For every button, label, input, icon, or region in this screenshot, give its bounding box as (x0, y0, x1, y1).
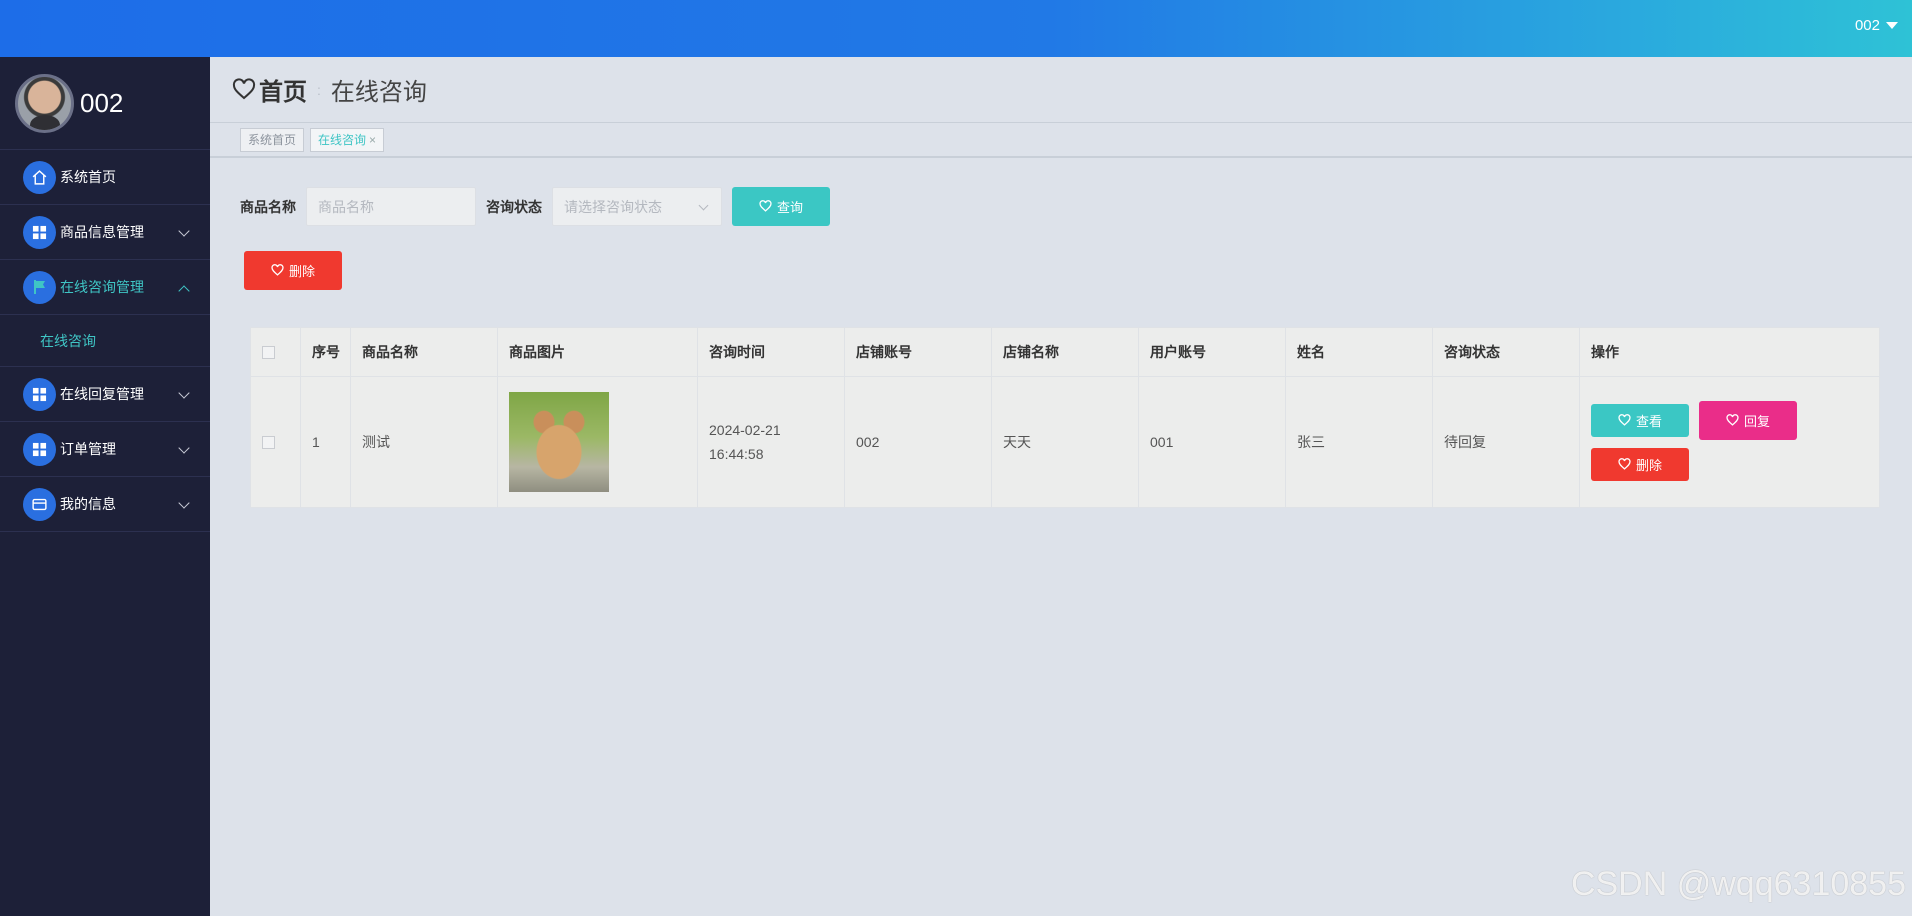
column-header: 序号 (301, 328, 351, 376)
status-placeholder: 请选择咨询状态 (564, 198, 662, 215)
sidebar-item-label: 订单管理 (60, 441, 116, 457)
heart-icon (1618, 457, 1631, 470)
sidebar-item-my-info[interactable]: 我的信息 (0, 477, 210, 532)
chevron-down-icon (178, 442, 190, 454)
column-header: 用户账号 (1139, 328, 1286, 376)
sidebar-subitem-label: 在线咨询 (40, 332, 96, 349)
cell-shop-account: 002 (845, 377, 992, 507)
home-icon (23, 160, 56, 194)
select-all-checkbox[interactable] (262, 345, 275, 359)
sidebar-item-orders[interactable]: 订单管理 (0, 422, 210, 477)
sidebar-item-label: 我的信息 (60, 496, 116, 512)
user-menu[interactable]: 002 (1855, 17, 1898, 34)
chevron-up-icon (178, 285, 190, 297)
user-menu-label: 002 (1854, 17, 1880, 34)
product-name-placeholder: 商品名称 (318, 198, 374, 215)
heart-icon (1618, 413, 1631, 426)
cell-name: 张三 (1286, 377, 1433, 507)
bulk-delete-label: 删除 (288, 264, 315, 279)
reply-button-label: 回复 (1743, 413, 1770, 429)
watermark: CSDN @wqq6310855 (1570, 865, 1906, 903)
breadcrumb-home[interactable]: 首页 (232, 72, 307, 107)
product-image (509, 392, 609, 492)
cell-product-image (498, 377, 698, 507)
column-header: 姓名 (1286, 328, 1433, 376)
row-checkbox[interactable] (262, 435, 275, 449)
header-checkbox-cell (251, 328, 301, 376)
chevron-down-icon (698, 200, 709, 211)
view-button[interactable]: 查看 (1591, 403, 1689, 437)
view-button-label: 查看 (1635, 413, 1662, 429)
sidebar-item-consult-management[interactable]: 在线咨询管理 (0, 260, 210, 315)
close-icon[interactable]: × (369, 133, 376, 147)
sidebar-item-home[interactable]: 系统首页 (0, 150, 210, 205)
product-name-label: 商品名称 (240, 198, 296, 215)
profile: 002 (0, 57, 210, 150)
column-header: 商品图片 (498, 328, 698, 376)
table-header: 序号 商品名称 商品图片 咨询时间 店铺账号 店铺名称 用户账号 姓名 咨询状态… (251, 328, 1879, 377)
tabs-bar: 系统首页 在线咨询 × (210, 122, 1912, 158)
cell-status: 待回复 (1433, 377, 1580, 507)
query-button[interactable]: 查询 (732, 187, 830, 226)
column-header: 商品名称 (351, 328, 498, 376)
cell-operations: 查看 回复 删除 (1580, 377, 1879, 507)
caret-down-icon (1886, 22, 1898, 29)
top-bar: 002 (0, 0, 1912, 57)
heart-icon (232, 77, 256, 99)
chevron-down-icon (178, 387, 190, 399)
consult-table: 序号 商品名称 商品图片 咨询时间 店铺账号 店铺名称 用户账号 姓名 咨询状态… (250, 327, 1880, 508)
grid-icon (23, 432, 56, 466)
column-header: 咨询时间 (698, 328, 845, 376)
column-header: 店铺名称 (992, 328, 1139, 376)
breadcrumb-home-label: 首页 (259, 79, 307, 106)
sidebar-item-label: 在线回复管理 (60, 386, 144, 402)
tab-system-home[interactable]: 系统首页 (240, 127, 305, 152)
row-delete-label: 删除 (1635, 457, 1662, 473)
product-name-input[interactable]: 商品名称 (306, 187, 476, 226)
table-row: 1 测试 2024-02-21 16:44:58 002 天天 001 张三 待… (251, 377, 1879, 507)
grid-icon (23, 215, 56, 249)
profile-username: 002 (80, 87, 124, 118)
column-header: 咨询状态 (1433, 328, 1580, 376)
chevron-down-icon (178, 497, 190, 509)
cell-index: 1 (301, 377, 351, 507)
heart-icon (759, 200, 772, 212)
breadcrumb-current: 在线咨询 (330, 79, 427, 106)
cell-product-name: 测试 (351, 377, 498, 507)
tab-online-consult[interactable]: 在线咨询 × (310, 127, 385, 152)
tab-label: 系统首页 (248, 133, 297, 147)
avatar (15, 73, 74, 133)
cell-consult-time: 2024-02-21 16:44:58 (698, 377, 845, 507)
bulk-delete-button[interactable]: 删除 (244, 251, 342, 290)
column-header: 操作 (1591, 344, 1619, 360)
sidebar: 002 系统首页 商品信息管理 在线咨询管理 在线咨询 在线回复管理 订单管理 … (0, 57, 210, 916)
reply-button[interactable]: 回复 (1699, 400, 1797, 440)
flag-icon (23, 270, 56, 304)
sidebar-item-label: 商品信息管理 (60, 224, 144, 240)
query-button-label: 查询 (776, 200, 803, 215)
sidebar-item-products[interactable]: 商品信息管理 (0, 205, 210, 260)
chevron-down-icon (178, 225, 190, 237)
sidebar-item-label: 系统首页 (60, 169, 116, 185)
status-label: 咨询状态 (486, 198, 542, 215)
breadcrumb: 首页 : 在线咨询 (210, 57, 1912, 122)
row-checkbox-cell (251, 377, 301, 507)
heart-icon (1726, 413, 1739, 426)
grid-icon (23, 377, 56, 411)
column-header: 店铺账号 (845, 328, 992, 376)
row-delete-button[interactable]: 删除 (1591, 447, 1689, 481)
sidebar-subitem-online-consult[interactable]: 在线咨询 (0, 315, 210, 367)
ops-line: 查看 回复 (1591, 400, 1797, 440)
cell-shop-name: 天天 (992, 377, 1139, 507)
sidebar-item-reply-management[interactable]: 在线回复管理 (0, 367, 210, 422)
tab-label: 在线咨询 (318, 133, 367, 147)
cell-user-account: 001 (1139, 377, 1286, 507)
status-select[interactable]: 请选择咨询状态 (552, 187, 722, 226)
card-icon (23, 487, 56, 521)
heart-icon (271, 264, 284, 276)
search-form: 商品名称 商品名称 咨询状态 请选择咨询状态 查询 (240, 187, 830, 226)
sidebar-item-label: 在线咨询管理 (60, 279, 144, 295)
breadcrumb-separator: : (317, 81, 321, 98)
